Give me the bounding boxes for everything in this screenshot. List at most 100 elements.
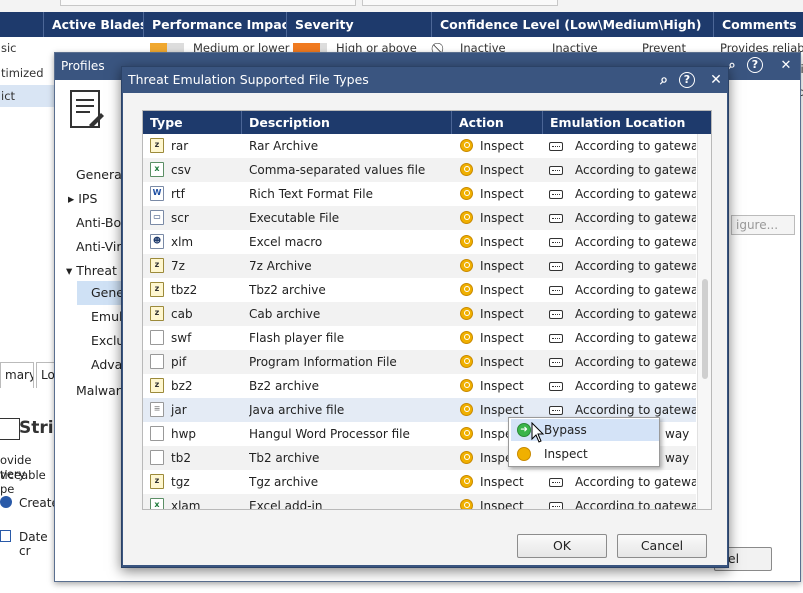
- description-value: Tgz archive: [249, 475, 319, 489]
- help-icon[interactable]: ?: [747, 57, 763, 73]
- action-cell[interactable]: Inspect: [452, 350, 543, 374]
- action-cell[interactable]: Inspect: [452, 182, 543, 206]
- location-cell[interactable]: According to gateway: [543, 302, 696, 326]
- type-cell: z bz2: [143, 374, 242, 398]
- profile-list-item[interactable]: timized: [0, 62, 55, 84]
- dialog-title: Threat Emulation Supported File Types: [128, 72, 369, 87]
- action-cell[interactable]: Inspect: [452, 254, 543, 278]
- scrollbar-thumb[interactable]: [702, 279, 708, 379]
- protections-table-header: Active Blades Performance Impact Severit…: [0, 12, 803, 37]
- cancel-button[interactable]: Cancel: [617, 534, 707, 558]
- table-row[interactable]: pif Program Information File Inspect Accord…: [143, 350, 696, 374]
- macro-icon: ☻: [150, 234, 164, 249]
- location-cell[interactable]: According to gateway: [543, 158, 696, 182]
- action-cell[interactable]: Inspect: [452, 158, 543, 182]
- table-row[interactable]: z cab Cab archive Inspect According to gatew…: [143, 302, 696, 326]
- action-cell[interactable]: Inspect: [452, 494, 543, 510]
- menu-item-inspect[interactable]: Inspect: [511, 443, 659, 465]
- tab-summary[interactable]: mary: [0, 362, 34, 388]
- nav-ips[interactable]: ▸ IPS: [68, 191, 97, 206]
- table-row[interactable]: z 7z 7z Archive Inspect According to gateway: [143, 254, 696, 278]
- table-row[interactable]: x csv Comma-separated values file Inspect Ac…: [143, 158, 696, 182]
- gateway-icon: [549, 334, 563, 343]
- location-cell[interactable]: According to gateway: [543, 470, 696, 494]
- location-value: way: [665, 427, 690, 441]
- collapse-arrow-icon: ▾: [66, 263, 77, 278]
- inspect-icon: [460, 355, 473, 368]
- profile-list-item[interactable]: sic: [0, 37, 55, 59]
- location-cell[interactable]: According to gateway: [543, 278, 696, 302]
- action-cell[interactable]: Inspect: [452, 374, 543, 398]
- action-cell[interactable]: Inspect: [452, 230, 543, 254]
- table-row[interactable]: z bz2 Bz2 archive Inspect According to gatew…: [143, 374, 696, 398]
- location-cell[interactable]: According to gateway: [543, 134, 696, 158]
- vertical-scrollbar[interactable]: [697, 134, 711, 509]
- ok-button[interactable]: OK: [517, 534, 607, 558]
- table-row[interactable]: Wrtf Rich Text Format File Inspect Accordin…: [143, 182, 696, 206]
- description-value: Java archive file: [249, 403, 345, 417]
- close-icon[interactable]: ✕: [777, 57, 795, 75]
- profile-edit-icon[interactable]: [65, 85, 109, 135]
- location-cell[interactable]: According to gateway: [543, 350, 696, 374]
- action-value: Inspect: [480, 499, 524, 510]
- table-row[interactable]: x xlam Excel add-in Inspect According to gat…: [143, 494, 696, 510]
- gateway-icon: [549, 358, 563, 367]
- table-row[interactable]: ☻ xlm Excel macro Inspect According to gatew…: [143, 230, 696, 254]
- action-cell[interactable]: Inspect: [452, 470, 543, 494]
- table-row[interactable]: z tbz2 Tbz2 archive Inspect According to gat…: [143, 278, 696, 302]
- nav-anti-bot[interactable]: Anti-Bot: [76, 215, 126, 230]
- nav-exclusions[interactable]: Exclu: [91, 333, 124, 348]
- nav-general-selected[interactable]: Gener: [77, 281, 129, 305]
- location-cell[interactable]: According to gateway: [543, 374, 696, 398]
- action-cell[interactable]: Inspect: [452, 278, 543, 302]
- toolbar-field[interactable]: [60, 0, 356, 6]
- summary-panel: mary Lo Stric ovide very ticeable pe Cre…: [0, 362, 64, 592]
- search-icon[interactable]: ⌕: [655, 71, 673, 89]
- action-value: Inspect: [480, 307, 524, 321]
- location-cell[interactable]: According to gateway: [543, 494, 696, 509]
- location-cell[interactable]: According to gateway: [543, 182, 696, 206]
- location-cell[interactable]: According to gateway: [543, 230, 696, 254]
- inspect-icon: [460, 475, 473, 488]
- type-cell: Wrtf: [143, 182, 242, 206]
- location-cell[interactable]: According to gateway: [543, 326, 696, 350]
- inspect-icon: [460, 163, 473, 176]
- configure-button[interactable]: igure...: [731, 215, 795, 235]
- table-row[interactable]: z rar Rar Archive Inspect According to gatew…: [143, 134, 696, 158]
- action-value: Inspect: [480, 139, 524, 153]
- action-cell[interactable]: Inspect: [452, 326, 543, 350]
- archive-icon: z: [150, 378, 164, 393]
- table-row[interactable]: swf Flash player file Inspect According to …: [143, 326, 696, 350]
- tab-logs[interactable]: Lo: [36, 362, 55, 388]
- profile-list-item-selected[interactable]: ict: [0, 85, 55, 107]
- location-cell[interactable]: According to gateway: [543, 206, 696, 230]
- type-cell: ▭ scr: [143, 206, 242, 230]
- calendar-icon: [0, 530, 11, 542]
- action-cell[interactable]: Inspect: [452, 206, 543, 230]
- action-value: Inspect: [480, 475, 524, 489]
- table-row[interactable]: z tgz Tgz archive Inspect According to gatew…: [143, 470, 696, 494]
- type-cell: x xlam: [143, 494, 242, 509]
- close-icon[interactable]: ✕: [707, 71, 725, 89]
- help-icon[interactable]: ?: [679, 72, 695, 88]
- action-cell[interactable]: Inspect: [452, 134, 543, 158]
- column-header-type[interactable]: Type: [143, 111, 242, 134]
- column-header-severity[interactable]: Severity: [286, 12, 431, 37]
- column-header-description[interactable]: Description: [242, 111, 452, 134]
- table-header: Type Description Action Emulation Locati…: [143, 111, 711, 134]
- column-header-confidence-level[interactable]: Confidence Level (Low\Medium\High): [431, 12, 713, 37]
- type-cell: z tgz: [143, 470, 242, 494]
- column-header-active-blades[interactable]: Active Blades: [43, 12, 143, 37]
- table-row[interactable]: ▭ scr Executable File Inspect According to g…: [143, 206, 696, 230]
- column-header-action[interactable]: Action: [452, 111, 543, 134]
- column-header-performance-impact[interactable]: Performance Impact: [143, 12, 286, 37]
- location-cell[interactable]: According to gateway: [543, 254, 696, 278]
- column-header-comments[interactable]: Comments: [713, 12, 803, 37]
- location-value: According to gateway: [575, 331, 696, 345]
- type-value: hwp: [171, 427, 197, 441]
- toolbar-field[interactable]: [362, 0, 558, 6]
- column-header-emulation-location[interactable]: Emulation Location: [543, 111, 711, 134]
- action-cell[interactable]: Inspect: [452, 302, 543, 326]
- type-cell: tb2: [143, 446, 242, 470]
- profiles-title: Profiles: [61, 59, 105, 73]
